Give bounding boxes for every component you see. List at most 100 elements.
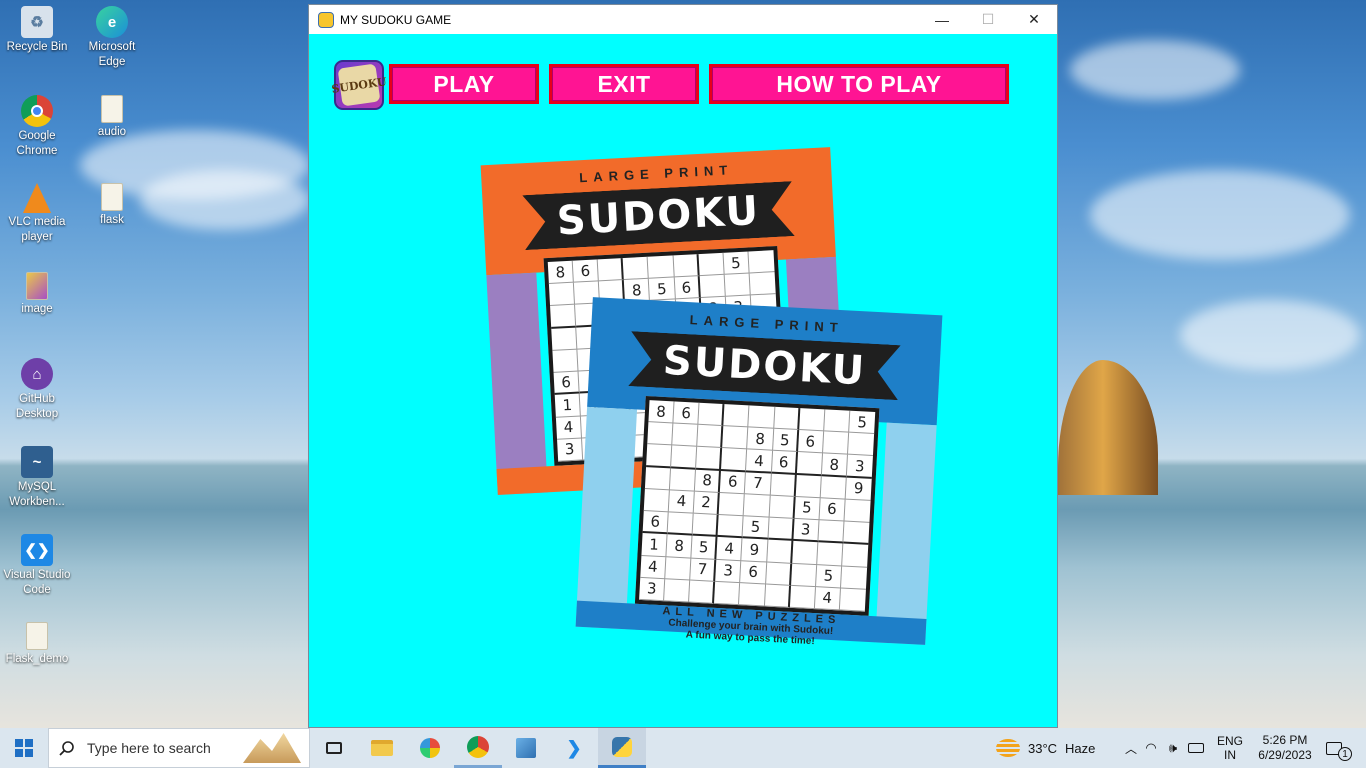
grid-cell xyxy=(717,515,745,539)
image-file-icon xyxy=(26,272,48,300)
python-icon xyxy=(612,736,632,757)
network-icon[interactable]: ◠ xyxy=(1140,740,1162,756)
grid-cell: 7 xyxy=(745,471,772,496)
grid-cell: 8 xyxy=(648,400,675,424)
grid-cell xyxy=(665,556,692,581)
chrome-icon xyxy=(467,735,489,758)
search-icon xyxy=(59,741,74,756)
notification-count: 1 xyxy=(1338,747,1352,761)
exit-button[interactable]: EXIT xyxy=(549,64,699,104)
desktop-icon-flask[interactable]: flask xyxy=(75,183,149,228)
weather-temp: 33°C xyxy=(1028,740,1058,756)
grid-cell xyxy=(823,409,851,433)
grid-cell: 1 xyxy=(641,533,668,557)
close-button[interactable]: ✕ xyxy=(1011,5,1057,34)
github-icon: ⌂ xyxy=(21,358,53,390)
taskbar-photos[interactable] xyxy=(502,728,550,768)
grid-cell xyxy=(790,563,817,587)
lang-bottom: IN xyxy=(1224,748,1236,762)
grid-cell xyxy=(767,517,795,542)
show-hidden-icons-chevron-icon[interactable]: ︿ xyxy=(1122,740,1140,757)
window-titlebar[interactable]: MY SUDOKU GAME — ☐ ✕ xyxy=(309,5,1057,34)
minimize-button[interactable]: — xyxy=(919,5,965,34)
clock[interactable]: 5:26 PM 6/29/2023 xyxy=(1250,728,1320,768)
grid-cell: 6 xyxy=(720,470,747,495)
grid-cell xyxy=(647,422,674,446)
grid-cell xyxy=(597,258,625,282)
taskbar-vscode[interactable]: ❯ xyxy=(550,728,598,768)
notification-center-button[interactable]: 1 xyxy=(1322,728,1352,768)
sudoku-cover-front: LARGE PRINT SUDOKU 865856468386794256653… xyxy=(575,297,943,647)
desktop-icon-chrome[interactable]: Google Chrome xyxy=(0,95,74,159)
weather-widget[interactable]: 33°C Haze xyxy=(996,728,1095,768)
grid-cell: 4 xyxy=(746,449,773,474)
photos-icon xyxy=(516,738,536,758)
grid-cell xyxy=(644,466,672,491)
grid-cell: 3 xyxy=(715,559,742,583)
desktop-icon-mysql-workbench[interactable]: ~ MySQL Workben... xyxy=(0,446,74,510)
desktop-icon-flask-demo[interactable]: Flask_demo xyxy=(0,622,74,667)
grid-cell: 5 xyxy=(723,251,750,275)
grid-cell xyxy=(842,543,869,568)
grid-cell xyxy=(643,488,670,513)
grid-cell: 5 xyxy=(772,428,799,453)
language-indicator[interactable]: ENG IN xyxy=(1210,728,1250,768)
grid-cell: 7 xyxy=(690,558,717,582)
grid-cell: 3 xyxy=(793,519,820,543)
battery-icon[interactable] xyxy=(1188,743,1204,753)
grid-cell xyxy=(840,566,868,590)
taskbar-paint[interactable] xyxy=(406,728,454,768)
logo-text: SUDOKU xyxy=(331,63,387,107)
file-icon xyxy=(101,95,123,123)
haze-weather-icon xyxy=(996,739,1020,757)
grid-cell: 4 xyxy=(640,555,667,580)
desktop-icon-audio[interactable]: audio xyxy=(75,95,149,140)
grid-cell xyxy=(769,495,796,520)
task-view-button[interactable] xyxy=(310,728,358,768)
grid-cell: 9 xyxy=(741,538,768,563)
game-canvas: SUDOKU PLAY EXIT HOW TO PLAY LARGE PRINT… xyxy=(309,34,1057,727)
taskbar-search-box[interactable]: Type here to search xyxy=(48,728,310,768)
desktop-icon-vlc[interactable]: VLC media player xyxy=(0,183,74,245)
taskbar-python-app[interactable] xyxy=(598,728,646,768)
search-highlight-pyramids-icon xyxy=(243,733,301,763)
vscode-icon: ❯ xyxy=(566,737,582,758)
clock-time: 5:26 PM xyxy=(1262,733,1308,747)
lang-top: ENG xyxy=(1216,734,1243,748)
grid-cell xyxy=(722,426,749,450)
grid-cell xyxy=(820,475,847,500)
desktop-icon-github-desktop[interactable]: ⌂ GitHub Desktop xyxy=(0,358,74,422)
cover-side-right xyxy=(875,422,937,645)
desktop-icon-vscode[interactable]: ❮❯ Visual Studio Code xyxy=(0,534,74,598)
start-button[interactable] xyxy=(0,728,48,768)
grid-cell: 4 xyxy=(716,537,743,561)
desktop-icon-edge[interactable]: e Microsoft Edge xyxy=(75,6,149,70)
maximize-button[interactable]: ☐ xyxy=(965,5,1011,34)
volume-icon[interactable]: 🕪 xyxy=(1162,740,1184,756)
grid-cell xyxy=(551,327,578,351)
how-to-play-button[interactable]: HOW TO PLAY xyxy=(709,64,1009,104)
grid-cell xyxy=(773,406,801,431)
task-view-icon xyxy=(326,742,342,754)
grid-cell: 6 xyxy=(740,560,767,585)
file-icon xyxy=(101,183,123,211)
play-button[interactable]: PLAY xyxy=(389,64,539,104)
grid-cell xyxy=(699,274,726,299)
grid-cell: 4 xyxy=(555,416,583,440)
grid-cell xyxy=(749,272,776,296)
vscode-icon: ❮❯ xyxy=(21,534,53,566)
edge-icon: e xyxy=(96,6,128,38)
desktop-icon-image[interactable]: image xyxy=(0,272,74,317)
grid-cell: 9 xyxy=(845,477,872,501)
grid-cell xyxy=(667,512,694,536)
grid-cell xyxy=(770,473,797,497)
desktop-icon-recycle-bin[interactable]: ♻ Recycle Bin xyxy=(0,6,74,55)
grid-cell xyxy=(843,521,870,546)
grid-cell xyxy=(622,256,650,281)
taskbar-chrome[interactable] xyxy=(454,728,502,768)
grid-cell: 6 xyxy=(572,259,600,283)
vlc-cone-icon xyxy=(23,183,51,213)
taskbar-file-explorer[interactable] xyxy=(358,728,406,768)
grid-cell: 4 xyxy=(668,490,696,514)
grid-cell xyxy=(671,445,698,470)
